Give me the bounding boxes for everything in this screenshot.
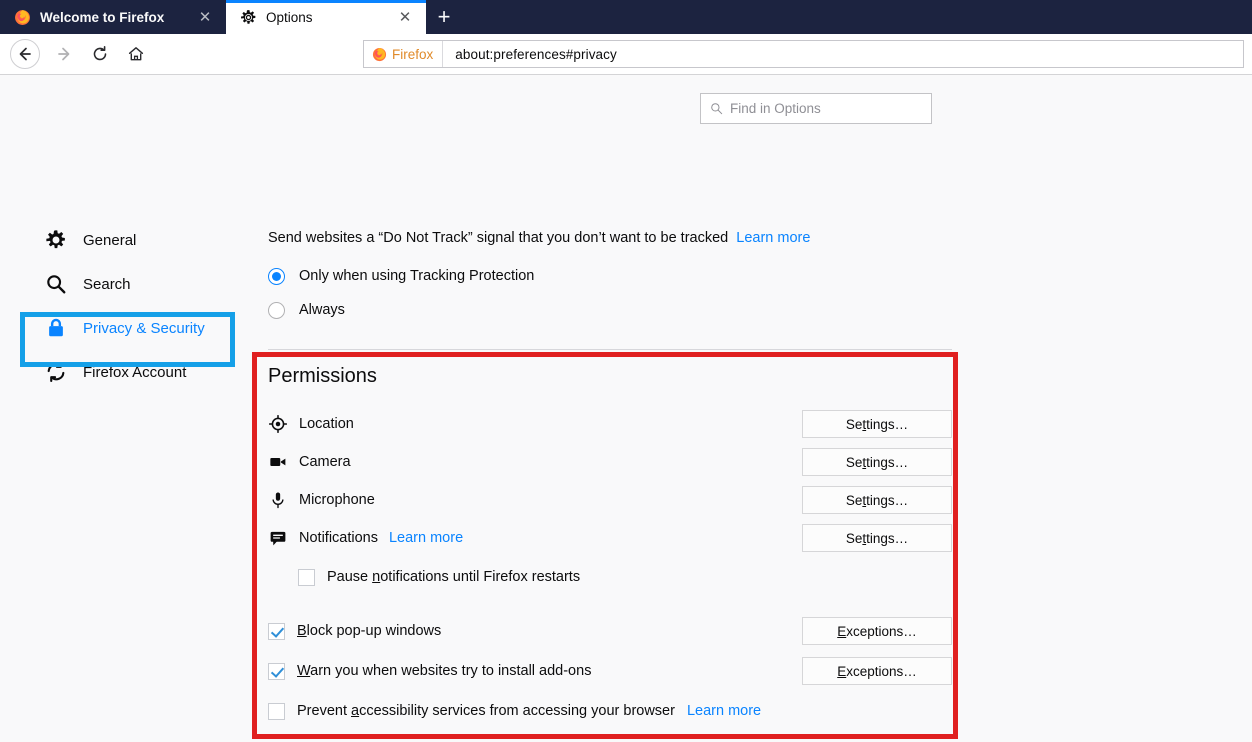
close-icon[interactable]: ✕: [396, 8, 414, 26]
pause-notifications-checkbox[interactable]: [298, 568, 315, 586]
do-not-track-text: Send websites a “Do Not Track” signal th…: [268, 230, 729, 246]
permission-label: Location: [299, 416, 354, 432]
search-placeholder: Find in Options: [730, 101, 821, 116]
do-not-track-learn-more-link[interactable]: Learn more: [736, 230, 810, 246]
camera-settings-button[interactable]: Settings…: [802, 448, 952, 476]
section-divider: [268, 349, 952, 350]
home-icon: [128, 47, 144, 61]
checkbox-label-group: Block pop-up windows: [268, 622, 802, 640]
search-row: Find in Options: [0, 75, 1252, 124]
checkbox-label-group: Prevent accessibility services from acce…: [268, 702, 952, 720]
lock-icon: [45, 317, 67, 339]
permission-label: Camera: [299, 454, 351, 470]
browser-tab-welcome[interactable]: Welcome to Firefox ✕: [0, 0, 226, 34]
url-text[interactable]: about:preferences#privacy: [443, 47, 617, 62]
browser-chrome: Welcome to Firefox ✕ Options ✕ + Firefox…: [0, 0, 1252, 75]
sidebar-item-search[interactable]: Search: [0, 262, 250, 306]
search-icon: [711, 103, 723, 115]
block-popups-checkbox[interactable]: [268, 622, 285, 640]
permissions-title: Permissions: [268, 365, 377, 387]
location-settings-button[interactable]: Settings…: [802, 410, 952, 438]
permission-label-group: Microphone: [268, 490, 802, 510]
microphone-settings-button[interactable]: Settings…: [802, 486, 952, 514]
firefox-logo-icon: [15, 9, 30, 25]
sidebar-item-privacy-security[interactable]: Privacy & Security: [0, 306, 250, 350]
permission-label-group: Location: [268, 414, 802, 434]
browser-tab-options[interactable]: Options ✕: [226, 0, 426, 34]
radio-label: Always: [299, 302, 345, 318]
gear-icon: [45, 229, 67, 251]
home-button[interactable]: [119, 37, 153, 71]
reload-button[interactable]: [83, 37, 117, 71]
camera-icon: [268, 452, 288, 472]
sidebar: General Search Privacy & Security Firefo…: [0, 218, 250, 394]
checkbox-row-accessibility[interactable]: Prevent accessibility services from acce…: [268, 691, 952, 731]
accessibility-learn-more-link[interactable]: Learn more: [687, 703, 761, 719]
radio-option-always[interactable]: Always: [268, 293, 952, 327]
sidebar-item-label: Firefox Account: [83, 363, 187, 381]
sidebar-item-label: General: [83, 231, 137, 249]
microphone-icon: [268, 490, 288, 510]
sync-icon: [45, 361, 67, 383]
sidebar-item-label: Privacy & Security: [83, 319, 205, 337]
search-input[interactable]: Find in Options: [700, 93, 932, 124]
checkbox-label: Pause notifications until Firefox restar…: [327, 569, 581, 585]
checkbox-row-pause-notifications[interactable]: Pause notifications until Firefox restar…: [268, 557, 952, 597]
notification-bubble-icon: [268, 528, 288, 548]
do-not-track-description: Send websites a “Do Not Track” signal th…: [268, 230, 952, 246]
back-arrow-icon: [19, 47, 31, 61]
checkbox-label: Block pop-up windows: [297, 623, 442, 639]
permission-row-camera: Camera Settings…: [268, 443, 952, 481]
checkbox-row-block-popups[interactable]: Block pop-up windows Exceptions…: [268, 611, 952, 651]
sidebar-item-label: Search: [83, 275, 131, 293]
permission-label: Microphone: [299, 492, 375, 508]
popup-exceptions-button[interactable]: Exceptions…: [802, 617, 952, 645]
privacy-content: Send websites a “Do Not Track” signal th…: [268, 230, 952, 327]
identity-label: Firefox: [392, 46, 434, 62]
radio-button[interactable]: [268, 301, 285, 319]
url-bar[interactable]: Firefox about:preferences#privacy: [363, 40, 1244, 68]
permission-row-location: Location Settings…: [268, 405, 952, 443]
tab-title: Welcome to Firefox: [40, 9, 165, 25]
sidebar-item-firefox-account[interactable]: Firefox Account: [0, 350, 250, 394]
new-tab-button[interactable]: +: [426, 0, 462, 34]
checkbox-label-group: Pause notifications until Firefox restar…: [298, 568, 952, 586]
radio-button[interactable]: [268, 267, 285, 285]
back-button[interactable]: [10, 39, 40, 69]
addons-exceptions-button[interactable]: Exceptions…: [802, 657, 952, 685]
permission-row-microphone: Microphone Settings…: [268, 481, 952, 519]
warn-addons-checkbox[interactable]: [268, 662, 285, 680]
navigation-toolbar: Firefox about:preferences#privacy: [0, 34, 1252, 75]
forward-button: [47, 37, 81, 71]
preferences-page: Find in Options General Search Privacy &…: [0, 75, 1252, 741]
forward-arrow-icon: [58, 47, 70, 61]
tab-title: Options: [266, 9, 313, 25]
checkbox-label: Warn you when websites try to install ad…: [297, 663, 592, 679]
permission-label: Notifications: [299, 530, 378, 546]
sidebar-item-general[interactable]: General: [0, 218, 250, 262]
permission-label-group: Camera: [268, 452, 802, 472]
notifications-settings-button[interactable]: Settings…: [802, 524, 952, 552]
permissions-section: Permissions Location Settings… Camera Se…: [268, 365, 952, 731]
permission-row-notifications: Notifications Learn more Settings…: [268, 519, 952, 557]
reload-icon: [93, 46, 107, 61]
gear-icon: [241, 9, 256, 24]
firefox-logo-icon: [372, 47, 387, 61]
checkbox-label: Prevent accessibility services from acce…: [297, 703, 675, 719]
permission-label-group: Notifications Learn more: [268, 528, 802, 548]
location-target-icon: [268, 414, 288, 434]
accessibility-checkbox[interactable]: [268, 702, 285, 720]
checkbox-label-group: Warn you when websites try to install ad…: [268, 662, 802, 680]
radio-label: Only when using Tracking Protection: [299, 268, 535, 284]
magnifier-icon: [45, 273, 67, 295]
checkbox-row-warn-addons[interactable]: Warn you when websites try to install ad…: [268, 651, 952, 691]
close-icon[interactable]: ✕: [196, 8, 214, 26]
tab-strip: Welcome to Firefox ✕ Options ✕ +: [0, 0, 1252, 34]
identity-box[interactable]: Firefox: [364, 41, 444, 67]
radio-option-tracking-protection[interactable]: Only when using Tracking Protection: [268, 259, 952, 293]
notifications-learn-more-link[interactable]: Learn more: [389, 530, 463, 546]
